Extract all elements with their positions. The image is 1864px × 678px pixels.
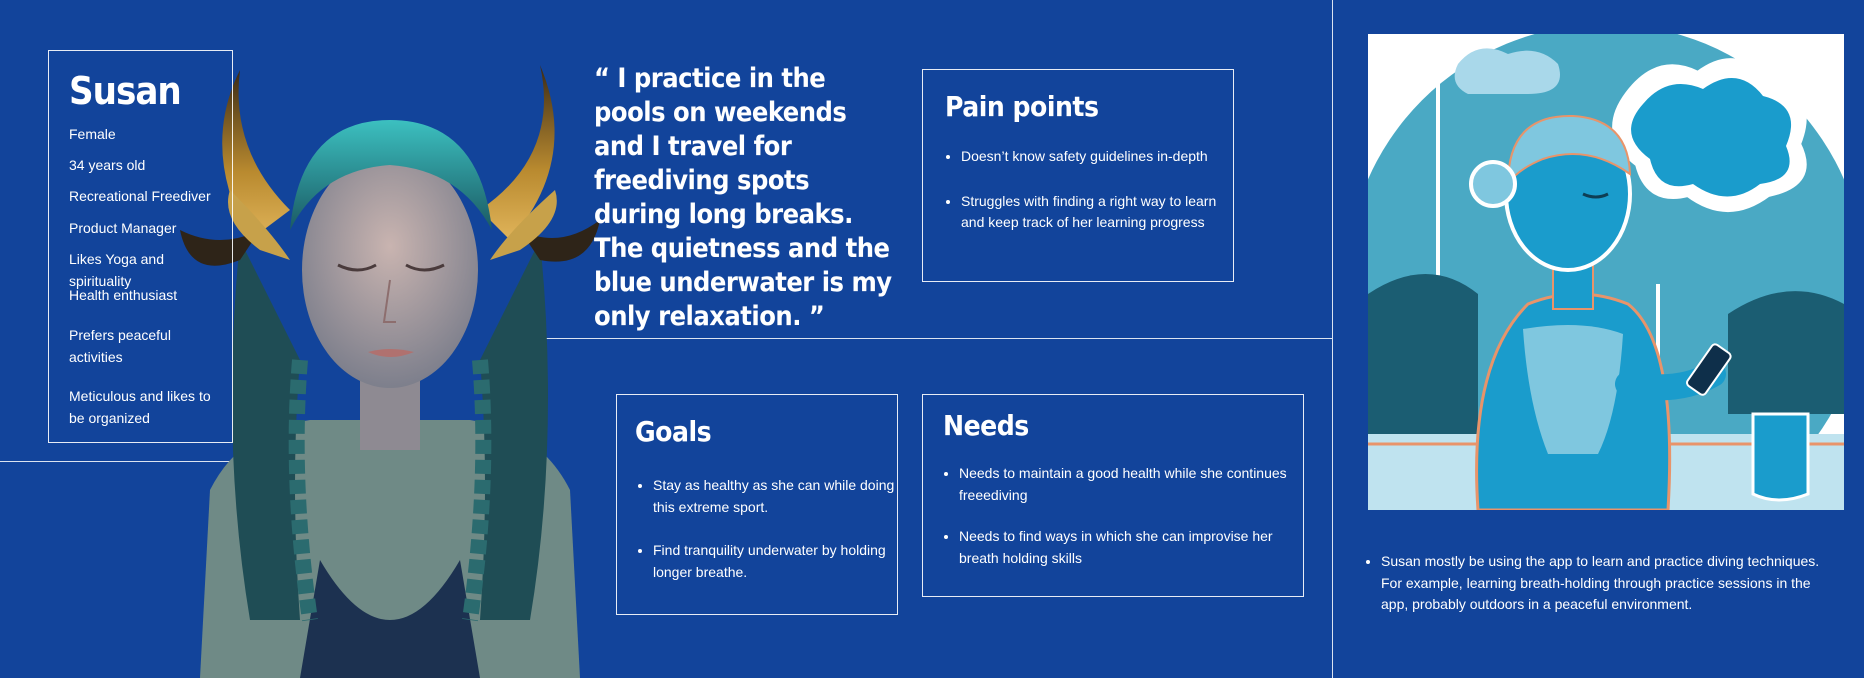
- list-item: Find tranquility underwater by holding l…: [653, 540, 903, 583]
- goals-list: Stay as healthy as she can while doing t…: [635, 475, 903, 605]
- list-item: Susan mostly be using the app to learn a…: [1381, 551, 1841, 616]
- pain-points-title: Pain points: [945, 90, 1099, 123]
- list-item: Doesn’t know safety guidelines in-depth: [961, 146, 1233, 168]
- needs-card: Needs Needs to maintain a good health wh…: [922, 394, 1304, 597]
- needs-title: Needs: [943, 409, 1029, 442]
- pain-points-card: Pain points Doesn’t know safety guidelin…: [922, 69, 1234, 282]
- persona-profile-card: Susan Female 34 years old Recreational F…: [48, 50, 233, 443]
- attribute-age: 34 years old: [69, 157, 146, 173]
- pain-points-list: Doesn’t know safety guidelines in-depth …: [943, 146, 1233, 257]
- persona-portrait-image: [180, 65, 600, 678]
- list-item: Stay as healthy as she can while doing t…: [653, 475, 903, 518]
- attribute-health: Health enthusiast: [69, 287, 178, 303]
- goals-title: Goals: [635, 415, 712, 448]
- list-item: Struggles with finding a right way to le…: [961, 191, 1233, 234]
- attribute-personality: Meticulous and likes to be organized: [69, 388, 211, 426]
- needs-list: Needs to maintain a good health while sh…: [941, 463, 1299, 589]
- attribute-hobby: Recreational Freediver: [69, 188, 211, 204]
- horizontal-divider-middle: [496, 338, 1332, 339]
- scenario-list: Susan mostly be using the app to learn a…: [1368, 551, 1841, 616]
- vertical-divider: [1332, 0, 1333, 678]
- persona-quote: “ I practice in the pools on weekends an…: [594, 63, 892, 332]
- attribute-occupation: Product Manager: [69, 220, 177, 236]
- persona-name: Susan: [69, 69, 182, 113]
- list-item: Needs to find ways in which she can impr…: [959, 526, 1299, 569]
- scenario-illustration-image: [1368, 34, 1844, 510]
- list-item: Needs to maintain a good health while sh…: [959, 463, 1299, 506]
- goals-card: Goals Stay as healthy as she can while d…: [616, 394, 898, 615]
- attribute-preferences: Prefers peaceful activities: [69, 327, 171, 365]
- attribute-gender: Female: [69, 126, 116, 142]
